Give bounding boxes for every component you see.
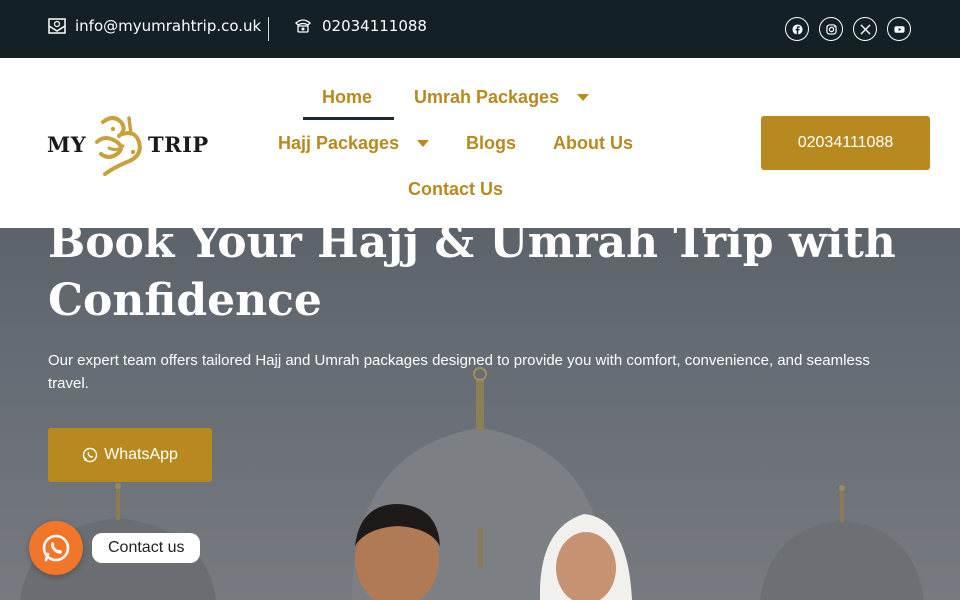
nav-hajj-packages[interactable]: Hajj Packages bbox=[278, 128, 430, 158]
hero-title: Book Your Hajj & Umrah Trip with Confide… bbox=[48, 228, 896, 326]
caret-down-icon bbox=[417, 139, 430, 147]
contact-us-label: Contact us bbox=[108, 539, 185, 556]
call-button[interactable]: 02034111088 bbox=[761, 116, 930, 170]
hero-subtitle: Our expert team offers tailored Hajj and… bbox=[48, 352, 870, 392]
divider bbox=[268, 17, 269, 41]
facebook-icon[interactable] bbox=[785, 17, 809, 41]
nav-blogs-label: Blogs bbox=[466, 132, 517, 153]
instagram-icon[interactable] bbox=[819, 17, 843, 41]
whatsapp-button[interactable]: WhatsApp bbox=[48, 428, 212, 482]
whatsapp-icon bbox=[82, 447, 98, 463]
nav-about-us[interactable]: About Us bbox=[553, 128, 633, 158]
contact-us-tooltip[interactable]: Contact us bbox=[92, 533, 201, 563]
envelope-icon bbox=[48, 18, 66, 34]
nav-umrah-packages[interactable]: Umrah Packages bbox=[414, 82, 590, 112]
phone-text: 02034111088 bbox=[322, 17, 427, 35]
top-bar: info@myumrahtrip.co.uk 02034111088 bbox=[0, 0, 960, 58]
social-links bbox=[785, 17, 911, 41]
caret-down-icon bbox=[577, 93, 590, 101]
nav-blogs[interactable]: Blogs bbox=[466, 128, 516, 158]
logo-text-right: TRIP bbox=[148, 132, 209, 157]
whatsapp-button-label: WhatsApp bbox=[104, 446, 178, 463]
youtube-icon[interactable] bbox=[887, 17, 911, 41]
whatsapp-icon bbox=[42, 534, 70, 562]
site-logo[interactable]: MY TRIP bbox=[33, 112, 223, 182]
active-nav-underline bbox=[303, 117, 394, 120]
floating-whatsapp-button[interactable] bbox=[29, 521, 83, 575]
x-icon[interactable] bbox=[853, 17, 877, 41]
calligraphy-logo-mark bbox=[95, 116, 142, 176]
nav-about-label: About Us bbox=[553, 132, 633, 153]
nav-contact-label: Contact Us bbox=[408, 178, 504, 199]
site-header: MY TRIP Home Umrah Packages Hajj Package… bbox=[0, 58, 960, 228]
email-text: info@myumrahtrip.co.uk bbox=[75, 17, 262, 35]
nav-home-label: Home bbox=[322, 86, 373, 107]
nav-hajj-label: Hajj Packages bbox=[278, 132, 400, 153]
nav-umrah-label: Umrah Packages bbox=[414, 86, 560, 107]
logo-text-left: MY bbox=[47, 132, 87, 157]
phone-icon bbox=[295, 19, 311, 33]
nav-home[interactable]: Home bbox=[322, 82, 372, 112]
email-link[interactable]: info@myumrahtrip.co.uk bbox=[48, 17, 261, 35]
phone-link[interactable]: 02034111088 bbox=[294, 17, 427, 35]
call-button-label: 02034111088 bbox=[797, 134, 894, 151]
nav-contact-us[interactable]: Contact Us bbox=[408, 174, 503, 204]
